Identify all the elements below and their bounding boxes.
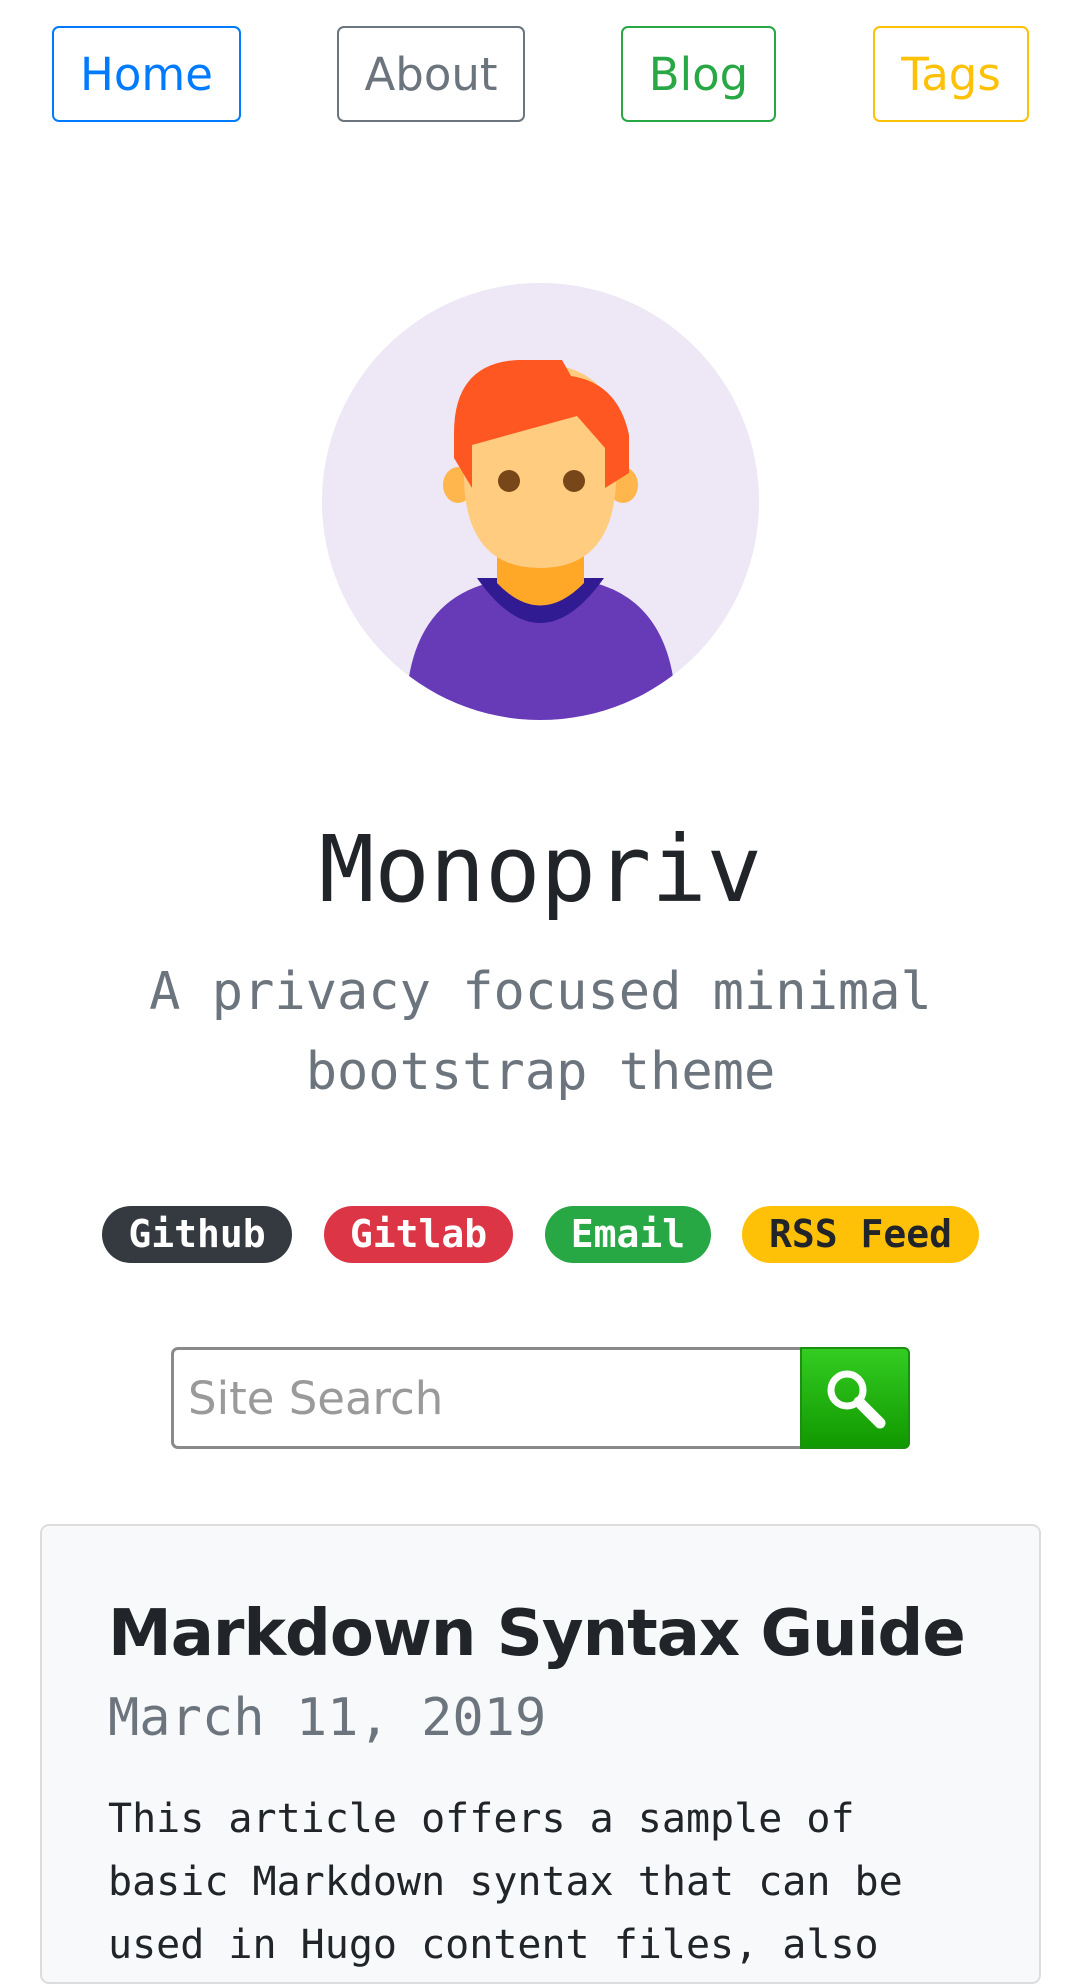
nav-home-button[interactable]: Home (52, 26, 241, 122)
post-date: March 11, 2019 (108, 1688, 547, 1748)
site-title: Monopriv (318, 816, 763, 923)
post-card: Markdown Syntax Guide March 11, 2019 Thi… (40, 1524, 1041, 1984)
site-subtitle: A privacy focused minimal bootstrap them… (149, 962, 932, 1102)
rss-feed-badge[interactable]: RSS Feed (742, 1206, 979, 1263)
email-badge[interactable]: Email (545, 1206, 711, 1263)
search-icon (827, 1370, 886, 1429)
top-nav: Home About Blog Tags (0, 26, 1081, 126)
person-avatar-icon (322, 283, 759, 720)
post-excerpt: This article offers a sample of basic Ma… (108, 1796, 903, 1968)
site-search-input[interactable] (171, 1347, 803, 1449)
nav-blog-button[interactable]: Blog (621, 26, 776, 122)
search-button[interactable] (800, 1347, 910, 1449)
nav-about-button[interactable]: About (337, 26, 525, 122)
nav-tags-button[interactable]: Tags (873, 26, 1029, 122)
post-title-link[interactable]: Markdown Syntax Guide (108, 1594, 966, 1674)
github-badge[interactable]: Github (102, 1206, 292, 1263)
gitlab-badge[interactable]: Gitlab (324, 1206, 513, 1263)
